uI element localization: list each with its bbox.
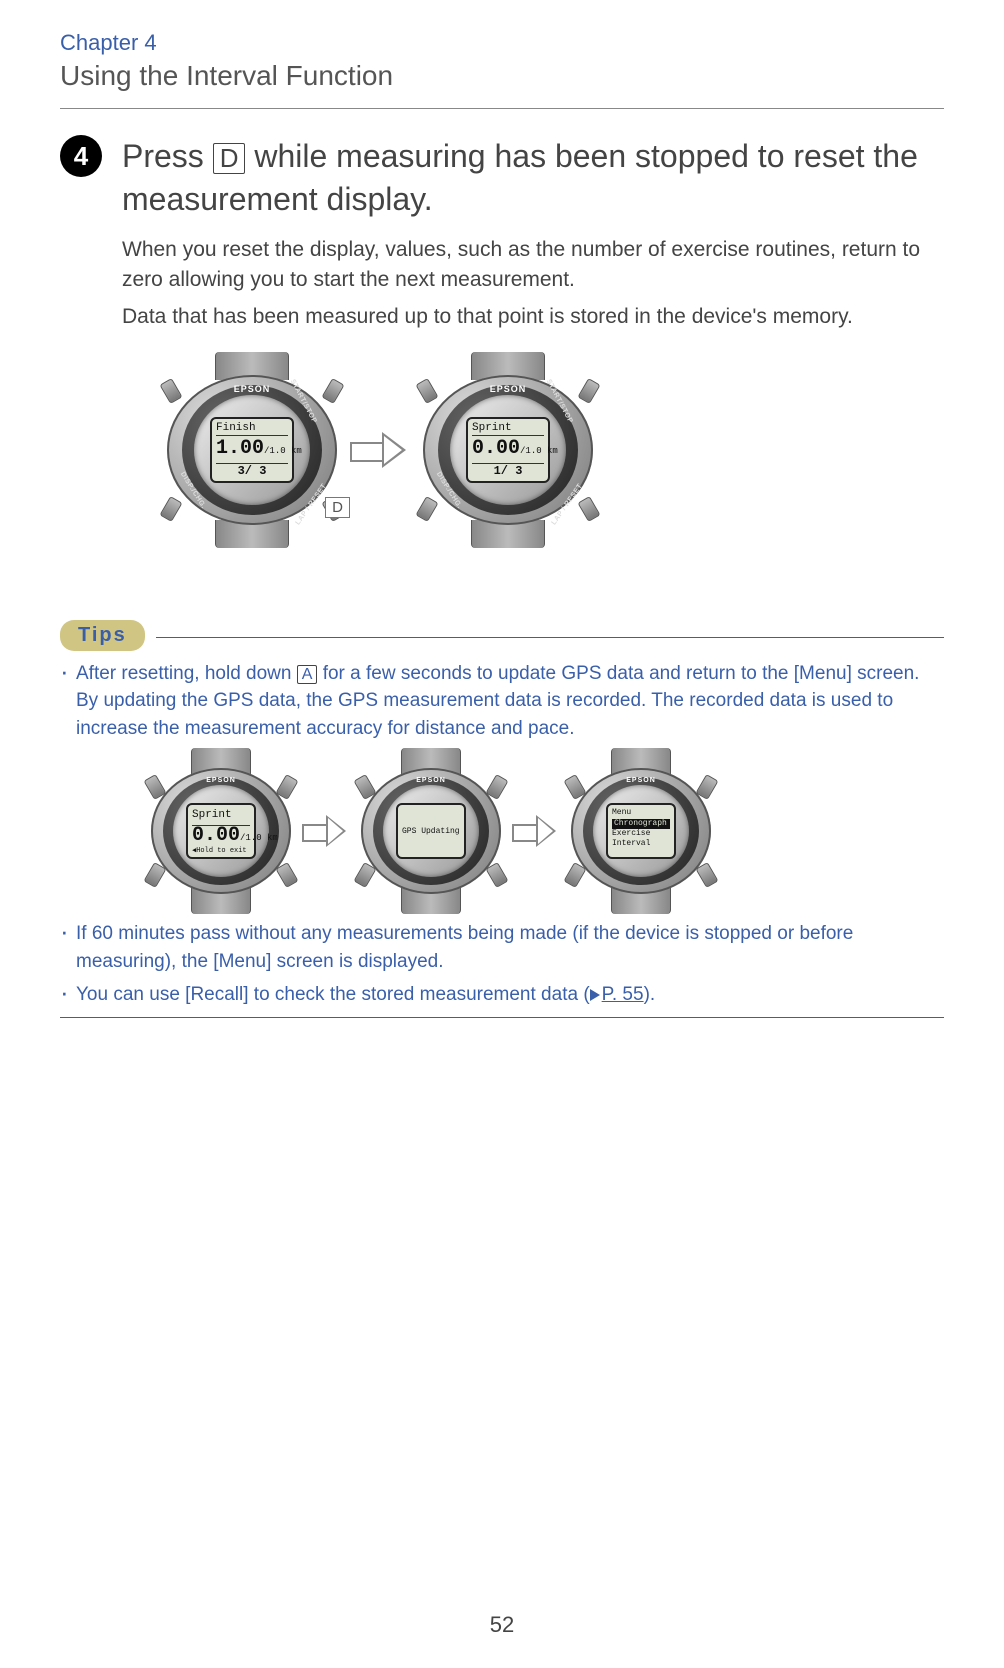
watch-brand: EPSON — [206, 776, 236, 786]
screen-mode: Sprint — [472, 422, 544, 436]
screen-mode: Finish — [216, 422, 288, 436]
screen-unit: /1.0 km — [520, 446, 558, 456]
keycap-a: A — [297, 665, 318, 685]
watch-illustration: EPSON Sprint 0.00/1.0 km ◀Hold to exit — [146, 756, 296, 906]
key-callout-d: D — [325, 497, 350, 518]
step-body-text: Data that has been measured up to that p… — [122, 302, 944, 331]
menu-item: Exercise — [612, 829, 670, 839]
screen-hint: ◀Hold to exit — [192, 846, 250, 856]
divider — [156, 637, 944, 638]
watch-screen: Sprint 0.00/1.0 km 1/ 3 — [466, 417, 550, 483]
step-title-text: Press — [122, 138, 213, 174]
watch-screen: Finish 1.00/1.0 km 3/ 3 — [210, 417, 294, 483]
tip-text: You can use [Recall] to check the stored… — [76, 984, 590, 1005]
watch-screen: Menu Chronograph Exercise Interval — [606, 803, 676, 859]
divider — [60, 108, 944, 109]
tip-item: After resetting, hold down A for a few s… — [60, 660, 944, 907]
arrow-icon — [350, 428, 410, 472]
page-number: 52 — [490, 1612, 514, 1638]
menu-title: Menu — [612, 808, 670, 818]
step-body: When you reset the display, values, such… — [122, 235, 944, 331]
arrow-icon — [302, 813, 350, 849]
watch-illustration: EPSON START/STOP LAP / RESET DISP./CHG. … — [418, 360, 598, 540]
chapter-label: Chapter 4 — [60, 30, 944, 56]
watch-illustration: EPSON GPS Updating — [356, 756, 506, 906]
screen-status: GPS Updating — [402, 808, 460, 838]
watch-screen: Sprint 0.00/1.0 km ◀Hold to exit — [186, 803, 256, 859]
screen-counter: 3/ 3 — [216, 463, 288, 478]
step-body-text: When you reset the display, values, such… — [122, 235, 944, 294]
watch-brand: EPSON — [416, 776, 446, 786]
screen-counter: 1/ 3 — [472, 463, 544, 478]
watch-brand: EPSON — [234, 384, 271, 394]
screen-value: 1.00 — [216, 437, 264, 460]
step-title: Press D while measuring has been stopped… — [122, 135, 944, 221]
tip-item: You can use [Recall] to check the stored… — [60, 981, 944, 1009]
screen-value: 0.00 — [472, 437, 520, 460]
keycap-d: D — [213, 143, 246, 174]
watch-brand: EPSON — [626, 776, 656, 786]
divider — [60, 1017, 944, 1018]
tips-badge: Tips — [60, 620, 145, 651]
tip-item: If 60 minutes pass without any measureme… — [60, 920, 944, 975]
screen-unit: /1.0 km — [240, 833, 278, 843]
menu-item-selected: Chronograph — [612, 819, 670, 829]
watch-screen: GPS Updating — [396, 803, 466, 859]
link-arrow-icon — [590, 989, 600, 1001]
screen-unit: /1.0 km — [264, 446, 302, 456]
watch-brand: EPSON — [490, 384, 527, 394]
page-link[interactable]: P. 55 — [602, 984, 644, 1005]
screen-value: 0.00 — [192, 824, 240, 847]
tip-text: After resetting, hold down — [76, 663, 297, 684]
tip-text: ). — [644, 984, 656, 1005]
watch-illustration: EPSON Menu Chronograph Exercise Interval — [566, 756, 716, 906]
menu-item: Interval — [612, 839, 670, 849]
watch-illustration: EPSON START/STOP LAP / RESET DISP./CHG. … — [162, 360, 342, 540]
arrow-icon — [512, 813, 560, 849]
step-number-badge: 4 — [60, 135, 102, 177]
section-title: Using the Interval Function — [60, 60, 944, 92]
